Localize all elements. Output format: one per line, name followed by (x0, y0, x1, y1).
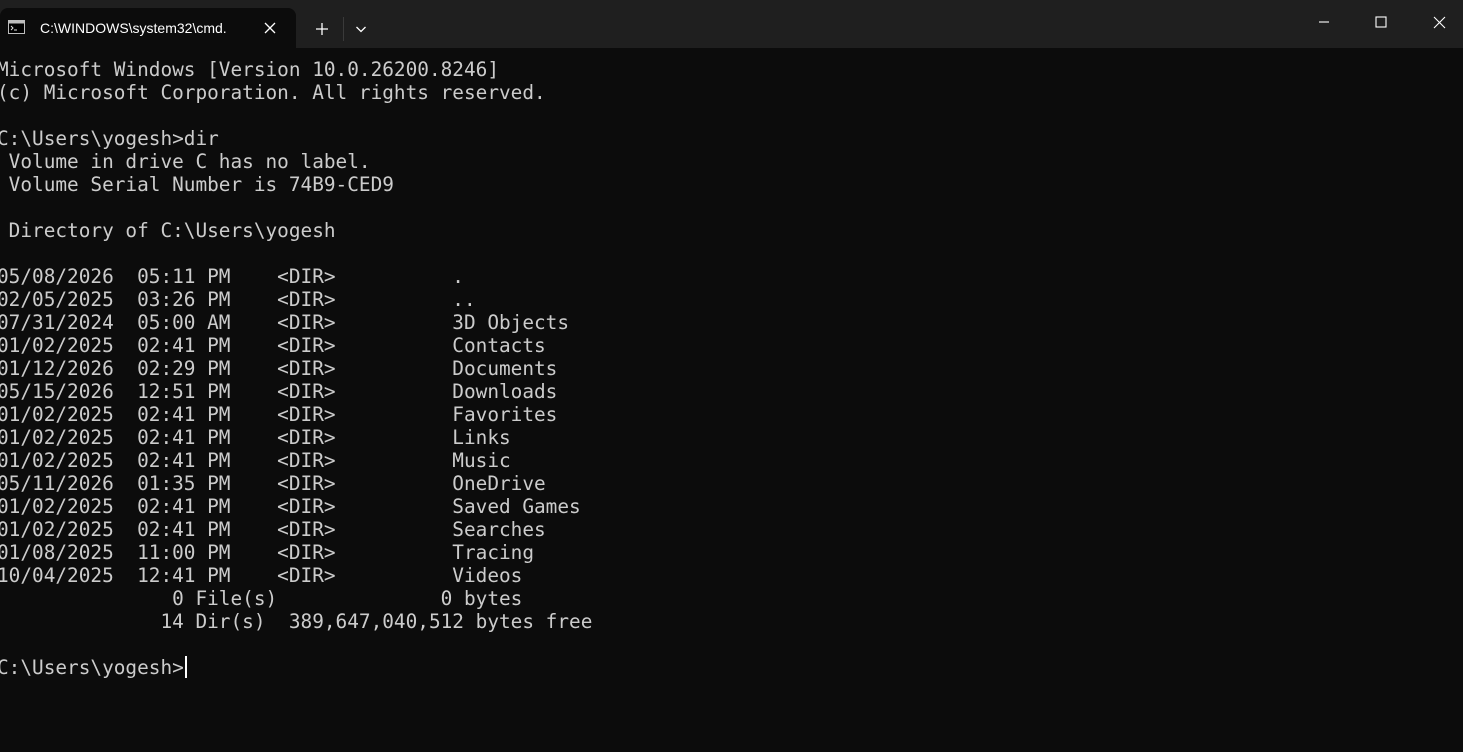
console-line: 10/04/2025 12:41 PM <DIR> Videos (0, 564, 523, 587)
close-window-icon[interactable] (1410, 0, 1463, 44)
title-bar[interactable]: C:\WINDOWS\system32\cmd. (0, 0, 1463, 48)
console-line: 01/02/2025 02:41 PM <DIR> Links (0, 426, 511, 449)
console-line: 05/15/2026 12:51 PM <DIR> Downloads (0, 380, 558, 403)
chevron-down-icon[interactable] (348, 14, 374, 44)
console-line: 05/11/2026 01:35 PM <DIR> OneDrive (0, 472, 546, 495)
console-line: Volume in drive C has no label. (0, 150, 371, 173)
console-line: 01/02/2025 02:41 PM <DIR> Music (0, 449, 511, 472)
tab-separator (343, 17, 344, 41)
text-cursor (184, 656, 187, 678)
console-line: C:\Users\yogesh>dir (0, 127, 219, 150)
close-icon[interactable] (260, 18, 280, 38)
console-line: 14 Dir(s) 389,647,040,512 bytes free (0, 610, 593, 633)
console-line: Volume Serial Number is 74B9-CED9 (0, 173, 394, 196)
terminal-window: C:\WINDOWS\system32\cmd. Microsoft Windo… (0, 0, 1463, 752)
console-line: 0 File(s) 0 bytes (0, 587, 523, 610)
console-line: 01/08/2025 11:00 PM <DIR> Tracing (0, 541, 535, 564)
console-output[interactable]: Microsoft Windows [Version 10.0.26200.82… (0, 58, 1463, 752)
console-line: 01/02/2025 02:41 PM <DIR> Searches (0, 518, 546, 541)
tab-cmd[interactable]: C:\WINDOWS\system32\cmd. (0, 8, 296, 48)
console-line: Microsoft Windows [Version 10.0.26200.82… (0, 58, 499, 81)
prompt-text: C:\Users\yogesh> (0, 656, 184, 679)
minimize-icon[interactable] (1295, 0, 1353, 44)
console-line: 01/02/2025 02:41 PM <DIR> Favorites (0, 403, 558, 426)
console-line: 05/08/2026 05:11 PM <DIR> . (0, 265, 464, 288)
console-line: 02/05/2025 03:26 PM <DIR> .. (0, 288, 476, 311)
prompt-line[interactable]: C:\Users\yogesh> (0, 656, 1463, 679)
cmd-terminal-icon (8, 20, 25, 34)
console-line: 01/02/2025 02:41 PM <DIR> Contacts (0, 334, 546, 357)
console-line: 01/02/2025 02:41 PM <DIR> Saved Games (0, 495, 581, 518)
plus-icon[interactable] (306, 14, 338, 44)
console-line: Directory of C:\Users\yogesh (0, 219, 336, 242)
maximize-icon[interactable] (1352, 0, 1410, 44)
tab-title: C:\WINDOWS\system32\cmd. (40, 20, 227, 36)
console-line: (c) Microsoft Corporation. All rights re… (0, 81, 546, 104)
console-line: 01/12/2026 02:29 PM <DIR> Documents (0, 357, 558, 380)
console-line: 07/31/2024 05:00 AM <DIR> 3D Objects (0, 311, 570, 334)
